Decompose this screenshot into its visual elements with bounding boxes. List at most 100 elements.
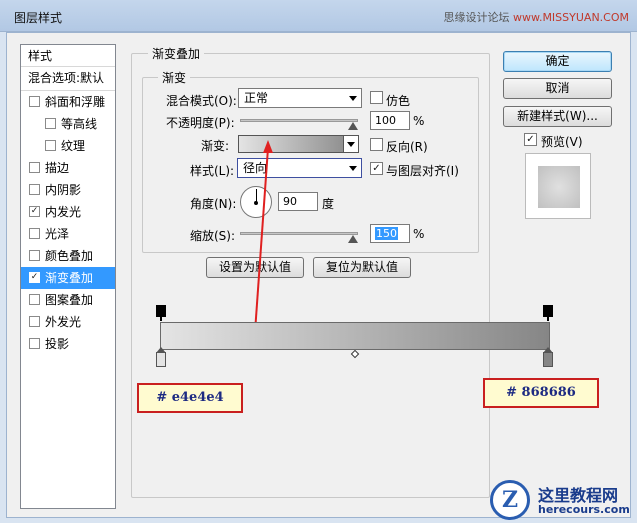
check-icon: ✓ <box>372 163 381 174</box>
cancel-button[interactable]: 取消 <box>503 78 612 99</box>
style-item-checkbox[interactable] <box>29 338 40 349</box>
preview-label: 预览(V) <box>541 135 583 149</box>
align-label: 与图层对齐(I) <box>386 164 459 178</box>
chevron-down-icon <box>349 96 357 101</box>
style-item-label: 斜面和浮雕 <box>45 95 106 109</box>
style-label: 样式(L): <box>190 164 235 178</box>
window-title: 图层样式 <box>14 11 63 25</box>
style-item-label: 内阴影 <box>45 183 82 197</box>
style-item-label: 等高线 <box>61 117 98 131</box>
style-item-8[interactable]: 颜色叠加 <box>21 245 115 267</box>
watermark: 思缘设计论坛 www.MISSYUAN.COM <box>443 9 629 25</box>
preview-swatch <box>538 166 580 208</box>
color-stop-right[interactable] <box>543 347 553 367</box>
angle-input[interactable]: 90 <box>278 192 318 211</box>
styles-header[interactable]: 样式 <box>21 45 115 67</box>
reverse-checkbox[interactable] <box>370 138 383 151</box>
style-item-9[interactable]: ✓ 渐变叠加 <box>21 267 115 289</box>
style-item-checkbox[interactable] <box>29 294 40 305</box>
gradient-editor-bar <box>160 322 550 350</box>
group-title: 渐变叠加 <box>148 45 205 62</box>
color-stop-left[interactable] <box>156 347 166 367</box>
opacity-input[interactable]: 100 <box>370 111 410 130</box>
dither-checkbox[interactable] <box>370 91 383 104</box>
blend-mode-select[interactable]: 正常 <box>238 88 362 108</box>
ok-button[interactable]: 确定 <box>503 51 612 72</box>
blend-mode-label: 混合模式(O): <box>166 94 237 108</box>
style-item-checkbox[interactable] <box>45 118 56 129</box>
opacity-label: 不透明度(P): <box>166 116 235 130</box>
new-style-button[interactable]: 新建样式(W)... <box>503 106 612 127</box>
logo-url: herecours.com <box>538 503 630 516</box>
style-item-checkbox[interactable] <box>29 96 40 107</box>
style-item-checkbox[interactable]: ✓ <box>29 272 40 283</box>
opacity-stop-right[interactable] <box>543 305 553 321</box>
angle-center-icon <box>254 201 258 205</box>
style-item-label: 外发光 <box>45 315 82 329</box>
opacity-slider[interactable] <box>240 119 358 122</box>
style-item-label: 投影 <box>45 337 70 351</box>
chevron-down-icon <box>349 166 357 171</box>
style-item-11[interactable]: 外发光 <box>21 311 115 333</box>
opacity-unit: % <box>413 114 425 128</box>
preview-checkbox[interactable]: ✓ <box>524 133 537 146</box>
opacity-slider-thumb[interactable] <box>348 122 358 130</box>
blend-mode-value: 正常 <box>244 91 269 105</box>
style-item-label: 描边 <box>45 161 70 175</box>
scale-value: 150 <box>375 227 398 240</box>
dither-label: 仿色 <box>386 94 411 108</box>
reset-default-button[interactable]: 复位为默认值 <box>313 257 411 278</box>
opacity-stop-left[interactable] <box>156 305 166 321</box>
style-item-5[interactable]: 内阴影 <box>21 179 115 201</box>
gradient-picker-button[interactable] <box>343 135 359 153</box>
style-preview <box>525 153 591 219</box>
logo-z-icon: Z <box>490 480 530 520</box>
style-item-12[interactable]: 投影 <box>21 333 115 355</box>
style-item-6[interactable]: ✓ 内发光 <box>21 201 115 223</box>
set-default-button[interactable]: 设置为默认值 <box>206 257 304 278</box>
angle-value: 90 <box>283 195 297 208</box>
align-checkbox[interactable]: ✓ <box>370 162 383 175</box>
style-item-checkbox[interactable]: ✓ <box>29 206 40 217</box>
check-icon: ✓ <box>526 134 535 145</box>
style-item-7[interactable]: 光泽 <box>21 223 115 245</box>
gradient-swatch[interactable] <box>238 135 358 153</box>
angle-dial[interactable] <box>240 186 272 218</box>
style-item-checkbox[interactable] <box>29 184 40 195</box>
opacity-value: 100 <box>375 114 396 127</box>
end-color-callout: # 868686 <box>483 378 599 408</box>
style-select[interactable]: 径向 <box>237 158 362 178</box>
style-item-label: 光泽 <box>45 227 70 241</box>
start-color-callout: # e4e4e4 <box>137 383 243 413</box>
style-item-checkbox[interactable] <box>29 250 40 261</box>
style-item-3[interactable]: 纹理 <box>21 135 115 157</box>
style-item-checkbox[interactable] <box>29 316 40 327</box>
blend-options-item[interactable]: 混合选项:默认 <box>21 67 115 91</box>
subgroup-title: 渐变 <box>158 69 191 86</box>
style-item-checkbox[interactable] <box>29 162 40 173</box>
style-item-label: 图案叠加 <box>45 293 94 307</box>
gradient-label: 渐变: <box>201 139 230 153</box>
style-item-label: 颜色叠加 <box>45 249 94 263</box>
style-item-10[interactable]: 图案叠加 <box>21 289 115 311</box>
style-value: 径向 <box>243 161 268 175</box>
scale-input[interactable]: 150 <box>370 224 410 243</box>
watermark-url: www.MISSYUAN.COM <box>512 11 629 24</box>
style-item-2[interactable]: 等高线 <box>21 113 115 135</box>
style-item-label: 渐变叠加 <box>45 271 94 285</box>
style-item-4[interactable]: 描边 <box>21 157 115 179</box>
chevron-down-icon <box>347 142 355 147</box>
style-item-checkbox[interactable] <box>45 140 56 151</box>
site-logo: Z 这里教程网 herecours.com <box>488 478 634 520</box>
watermark-text: 思缘设计论坛 <box>443 11 510 24</box>
angle-label: 角度(N): <box>190 197 237 211</box>
style-item-label: 纹理 <box>61 139 86 153</box>
style-item-1[interactable]: 斜面和浮雕 <box>21 91 115 113</box>
reverse-label: 反向(R) <box>386 140 428 154</box>
scale-unit: % <box>413 227 425 241</box>
angle-unit: 度 <box>322 197 335 211</box>
style-item-checkbox[interactable] <box>29 228 40 239</box>
title-bar: 图层样式 思缘设计论坛 www.MISSYUAN.COM <box>0 0 637 32</box>
scale-slider[interactable] <box>240 232 358 235</box>
scale-slider-thumb[interactable] <box>348 235 358 243</box>
